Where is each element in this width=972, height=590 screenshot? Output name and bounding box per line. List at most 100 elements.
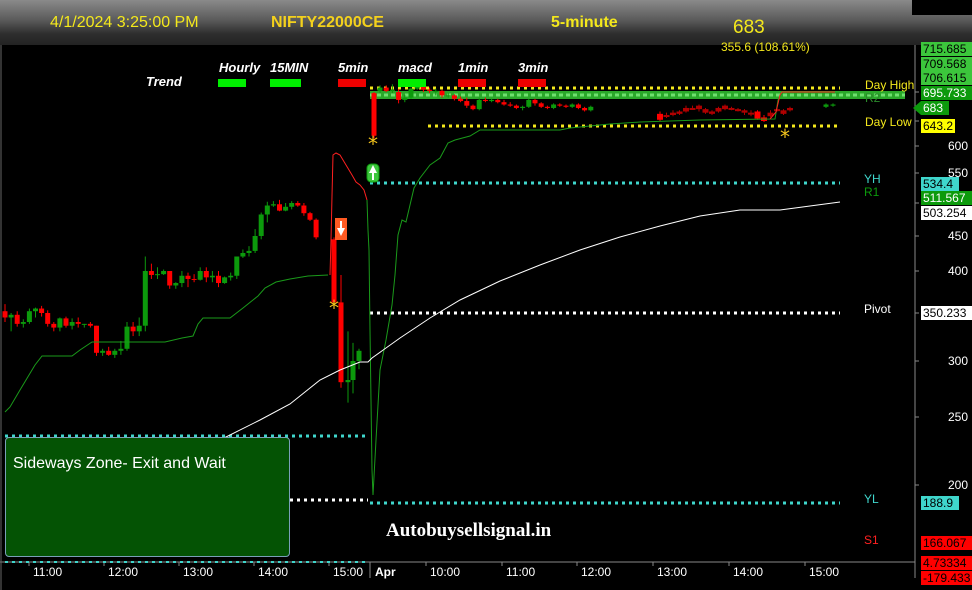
- candle-body: [520, 106, 526, 108]
- candle-body: [264, 205, 270, 215]
- candle-body: [234, 256, 240, 276]
- trend-label: Trend: [146, 74, 182, 89]
- candle-body: [715, 107, 722, 112]
- trailing-stop-green: [366, 92, 840, 496]
- candle-body: [427, 89, 433, 91]
- trend-bar-macd: [398, 79, 426, 87]
- level-label-yh: YH: [864, 172, 881, 186]
- candle-body: [148, 271, 154, 275]
- y-tick-label: 400: [947, 264, 968, 278]
- candle-body: [57, 318, 63, 328]
- candle-body: [396, 92, 402, 100]
- signal-info-box: Sideways Zone- Exit and Wait: [5, 437, 290, 557]
- trend-head-15min: 15MIN: [270, 60, 309, 75]
- x-tick-label: 14:00: [733, 565, 764, 579]
- candle-body: [582, 107, 588, 111]
- candle-body: [588, 106, 594, 111]
- candle-body: [179, 275, 185, 284]
- candle-body: [8, 314, 14, 318]
- candle-body: [155, 274, 160, 276]
- trend-bar-3min: [518, 79, 546, 87]
- candle-body: [81, 323, 87, 325]
- trend-bar-15min: [270, 79, 301, 87]
- x-tick-label: 10:00: [430, 565, 461, 579]
- candle-body: [87, 323, 93, 326]
- candle-body: [142, 271, 148, 326]
- candle-body: [507, 104, 513, 106]
- price-tag: 511.567: [921, 191, 972, 205]
- asterisk-marker: *: [780, 125, 790, 149]
- price-tag: 709.568: [921, 57, 972, 71]
- candle-body: [657, 113, 663, 120]
- candle-body: [377, 87, 383, 91]
- trend-head-1min: 1min: [458, 60, 489, 75]
- candle-body: [728, 107, 735, 110]
- candle-body: [676, 111, 683, 114]
- candle-body: [222, 277, 228, 284]
- candle-body: [301, 205, 307, 214]
- candle-body: [51, 323, 57, 328]
- candle-body: [2, 311, 8, 318]
- level-label-s1: S1: [864, 533, 879, 547]
- trend-bar-hourly: [218, 79, 246, 87]
- candle-body: [209, 275, 215, 278]
- x-tick-label: 15:00: [333, 565, 364, 579]
- level-label-r2: R2: [865, 91, 881, 105]
- trend-head-3min: 3min: [518, 60, 549, 75]
- level-label-yl: YL: [864, 492, 879, 506]
- price-tag: 188.9: [921, 496, 959, 510]
- candle-body: [830, 104, 836, 106]
- candle-body: [356, 350, 362, 361]
- candle-body: [754, 111, 761, 119]
- y-tick-label: 250: [947, 410, 968, 424]
- candle-body: [569, 104, 575, 107]
- candle-body: [451, 95, 457, 99]
- candle-body: [277, 204, 282, 211]
- candle-body: [112, 350, 118, 355]
- candle-body: [741, 110, 748, 113]
- sell-arrow-stem: [340, 221, 342, 229]
- x-tick-label: 13:00: [183, 565, 214, 579]
- trend-bar-1min: [458, 79, 486, 87]
- candle-body: [501, 102, 507, 105]
- price-tag: 534.4: [921, 177, 959, 191]
- trend-head-hourly: Hourly: [219, 60, 261, 75]
- candle-body: [489, 99, 495, 102]
- level-label-r1: R1: [864, 185, 880, 199]
- candle-body: [551, 104, 557, 108]
- level-label-day-high: Day High: [865, 78, 915, 92]
- candle-body: [173, 283, 179, 286]
- candle-body: [75, 322, 81, 324]
- y-tick-label: 600: [947, 139, 968, 153]
- candle-body: [544, 106, 550, 108]
- candle-body: [191, 278, 197, 280]
- candle-body: [118, 348, 124, 351]
- x-tick-label: 12:00: [108, 565, 139, 579]
- candle-body: [563, 105, 569, 107]
- candle-body: [14, 314, 20, 324]
- trend-head-macd: macd: [398, 60, 432, 75]
- asterisk-marker: *: [329, 296, 339, 320]
- signal-info-text: Sideways Zone- Exit and Wait: [13, 455, 226, 472]
- price-tag: 715.685: [921, 42, 972, 56]
- candle-body: [439, 90, 445, 96]
- x-tick-label: 14:00: [258, 565, 289, 579]
- price-tag: 503.254: [921, 206, 972, 220]
- candle-body: [100, 350, 106, 353]
- candle-body: [538, 103, 544, 107]
- candle-body: [482, 99, 488, 102]
- candle-body: [94, 325, 99, 353]
- candle-body: [696, 105, 702, 110]
- price-pointer: [913, 101, 921, 115]
- candle-body: [246, 250, 252, 253]
- x-tick-label: 15:00: [809, 565, 840, 579]
- price-tag: -179.433: [921, 571, 972, 585]
- candle-body: [557, 104, 563, 106]
- candle-body: [709, 111, 715, 114]
- candle-body: [702, 109, 709, 113]
- candle-body: [26, 311, 32, 323]
- trend-head-5min: 5min: [338, 60, 369, 75]
- candle-body: [670, 112, 676, 116]
- candle-body: [345, 380, 351, 383]
- candle-body: [532, 99, 538, 104]
